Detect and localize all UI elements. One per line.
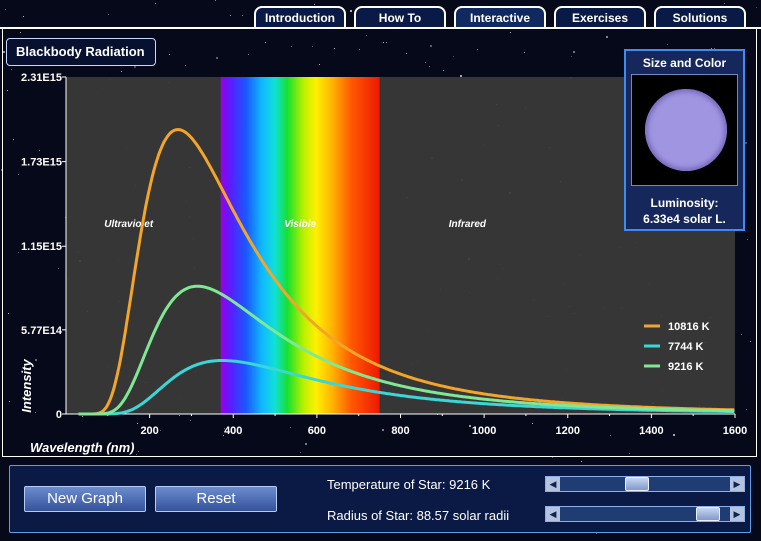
legend-label: 9216 K	[668, 361, 704, 373]
control-panel: New Graph Reset Temperature of Star: 921…	[9, 465, 751, 533]
radius-slider[interactable]: ◀ ▶	[545, 506, 745, 522]
slider-right-arrow-icon[interactable]: ▶	[730, 507, 744, 521]
region-label: Visible	[284, 219, 316, 230]
region-label: Ultraviolet	[104, 219, 154, 230]
luminosity-label: Luminosity:	[650, 196, 719, 210]
radius-label: Radius of Star: 88.57 solar radii	[327, 508, 510, 523]
radius-slider-thumb[interactable]	[696, 507, 721, 521]
y-tick-label: 1.73E15	[21, 157, 62, 169]
temperature-slider[interactable]: ◀ ▶	[545, 476, 745, 492]
x-tick-label: 800	[391, 425, 409, 437]
x-tick-label: 1400	[639, 425, 663, 437]
x-tick-label: 1200	[556, 425, 580, 437]
x-axis-label: Wavelength (nm)	[30, 440, 135, 455]
x-tick-label: 200	[140, 425, 158, 437]
slider-left-arrow-icon[interactable]: ◀	[546, 477, 560, 491]
luminosity-readout: Luminosity: 6.33e4 solar L.	[626, 195, 743, 227]
slider-right-arrow-icon[interactable]: ▶	[730, 477, 744, 491]
legend-label: 10816 K	[668, 321, 710, 333]
y-tick-label: 5.77E14	[21, 325, 63, 337]
size-and-color-box: Size and Color Luminosity: 6.33e4 solar …	[624, 49, 745, 231]
region-label: Infrared	[449, 219, 487, 230]
app-window: Introduction How To Interactive Exercise…	[0, 0, 761, 541]
x-tick-label: 600	[308, 425, 326, 437]
x-tick-label: 1600	[723, 425, 747, 437]
legend-label: 7744 K	[668, 341, 704, 353]
y-tick-label: 1.15E15	[21, 241, 62, 253]
star-view	[631, 74, 738, 186]
reset-button[interactable]: Reset	[155, 486, 277, 512]
temperature-label: Temperature of Star: 9216 K	[327, 477, 491, 492]
luminosity-value: 6.33e4 solar L.	[643, 212, 726, 226]
size-box-title: Size and Color	[642, 56, 727, 70]
star-disc	[645, 89, 727, 171]
y-tick-label: 2.31E15	[21, 72, 62, 84]
x-tick-label: 1000	[472, 425, 496, 437]
y-axis-label: Intensity	[19, 359, 34, 413]
x-tick-label: 400	[224, 425, 242, 437]
y-tick-label: 0	[56, 409, 62, 421]
slider-left-arrow-icon[interactable]: ◀	[546, 507, 560, 521]
new-graph-button[interactable]: New Graph	[24, 486, 146, 512]
temperature-slider-thumb[interactable]	[625, 477, 650, 491]
